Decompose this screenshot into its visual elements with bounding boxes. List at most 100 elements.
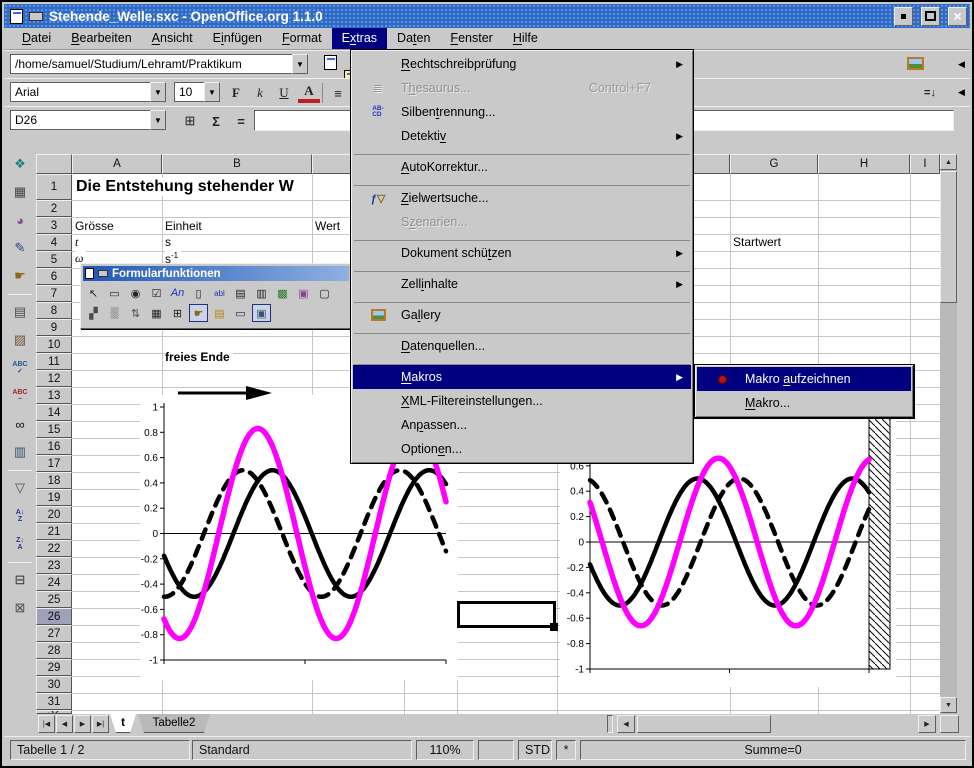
open-design-mode-icon[interactable]: ▣: [252, 304, 271, 322]
sheet-tab-tabelle2[interactable]: Tabelle2: [138, 714, 210, 733]
font-name-dropdown-button[interactable]: ▼: [150, 82, 166, 102]
sheet-tab-t[interactable]: t: [110, 714, 136, 733]
minimize-button[interactable]: [894, 7, 913, 26]
font-color-button[interactable]: A: [298, 83, 320, 103]
horizontal-scroll-thumb[interactable]: [637, 715, 771, 733]
push-button-icon[interactable]: ▭: [105, 284, 124, 302]
url-field[interactable]: /home/samuel/Studium/Lehramt/Praktikum: [10, 54, 292, 74]
vertical-scrollbar[interactable]: ▲ ▼: [940, 154, 957, 714]
form-push-button[interactable]: [457, 601, 556, 628]
toolbar-collapse-icon[interactable]: ◀: [958, 59, 965, 70]
scroll-right-icon[interactable]: ▶: [918, 715, 936, 733]
edit-file-icon[interactable]: [324, 55, 337, 70]
extras-item-makros[interactable]: Makros▶: [353, 365, 691, 389]
url-dropdown-button[interactable]: ▼: [292, 54, 308, 74]
form-functions-icon[interactable]: ☛: [7, 264, 33, 288]
font-size-field[interactable]: 10: [174, 82, 204, 102]
menubar-item-datei[interactable]: Datei: [12, 28, 61, 49]
extras-item-silbentrennung[interactable]: AB-CDSilbentrennung...: [353, 100, 691, 124]
image-button-icon[interactable]: ▩: [273, 284, 292, 302]
autofilter-icon[interactable]: ▽: [7, 476, 33, 500]
name-box-dropdown-button[interactable]: ▼: [150, 110, 166, 130]
tab-split-handle[interactable]: [607, 715, 613, 733]
maximize-button[interactable]: [921, 7, 940, 26]
cell-reference-field[interactable]: D26: [10, 110, 150, 130]
font-name-combobox[interactable]: Arial ▼: [10, 82, 166, 102]
group-icon[interactable]: ⊟: [7, 568, 33, 592]
toolbar-collapse-icon[interactable]: ◀: [958, 87, 965, 98]
fill-format-icon[interactable]: ▨: [7, 328, 33, 352]
url-combobox[interactable]: /home/samuel/Studium/Lehramt/Praktikum ▼: [10, 54, 308, 74]
check-box-icon[interactable]: ☑: [147, 284, 166, 302]
menubar-item-format[interactable]: Format: [272, 28, 332, 49]
extras-item-thesaurus[interactable]: ≣Thesaurus...Control+F7: [353, 76, 691, 100]
design-mode-icon[interactable]: ▞: [84, 304, 103, 322]
form-navigator-icon[interactable]: ▤: [210, 304, 229, 322]
menubar-item-hilfe[interactable]: Hilfe: [503, 28, 548, 49]
group-box-icon[interactable]: ▯: [189, 284, 208, 302]
more-controls-icon[interactable]: ☛: [189, 304, 208, 322]
font-name-field[interactable]: Arial: [10, 82, 150, 102]
extras-item-zielwertsuche[interactable]: ƒ▽Zielwertsuche...: [353, 186, 691, 210]
scroll-up-icon[interactable]: ▲: [940, 154, 957, 170]
menubar-item-daten[interactable]: Daten: [387, 28, 440, 49]
scroll-down-icon[interactable]: ▼: [940, 697, 957, 713]
extras-item-optionen[interactable]: Optionen...: [353, 437, 691, 461]
sum-icon[interactable]: Σ: [206, 111, 226, 131]
sort-ascending-icon[interactable]: A↓Z: [7, 504, 33, 528]
name-box[interactable]: D26 ▼: [10, 110, 166, 130]
extras-item-gallery[interactable]: Gallery: [353, 303, 691, 327]
data-sources-icon[interactable]: ▥: [7, 440, 33, 464]
insert-chart-icon[interactable]: ◕: [7, 208, 33, 232]
spellcheck-icon[interactable]: ABC✓: [7, 356, 33, 380]
list-box-icon[interactable]: ▤: [231, 284, 250, 302]
ungroup-icon[interactable]: ⊠: [7, 596, 33, 620]
text-box-icon[interactable]: abl: [210, 284, 229, 302]
makros-item-makro[interactable]: Makro...: [697, 391, 911, 415]
auto-spellcheck-icon[interactable]: ABC~: [7, 384, 33, 408]
menubar-item-extras[interactable]: Extras: [332, 28, 387, 49]
bold-button[interactable]: F: [226, 83, 246, 103]
insert-field-icon[interactable]: ▤: [7, 300, 33, 324]
option-button-icon[interactable]: ◉: [126, 284, 145, 302]
function-wizard-icon[interactable]: ⊞: [180, 111, 200, 131]
label-field-icon[interactable]: An: [168, 284, 187, 302]
sheet-nav-first-sheet-icon[interactable]: |◀: [38, 715, 55, 733]
extras-item-anpassen[interactable]: Anpassen...: [353, 413, 691, 437]
add-field-icon[interactable]: ⊞: [168, 304, 187, 322]
image-control-icon[interactable]: ▣: [294, 284, 313, 302]
arrow-shape[interactable]: [174, 382, 274, 402]
find-replace-icon[interactable]: ∞: [7, 412, 33, 436]
menubar-item-bearbeiten[interactable]: Bearbeiten: [61, 28, 141, 49]
insert-cells-icon[interactable]: ▦: [7, 180, 33, 204]
makros-item-makro-aufzeichnen[interactable]: Makro aufzeichnen: [697, 367, 911, 391]
number-format-standard-icon[interactable]: =↓: [918, 83, 942, 103]
menubar-item-ansicht[interactable]: Ansicht: [142, 28, 203, 49]
extras-item-datenquellen[interactable]: Datenquellen...: [353, 334, 691, 358]
sort-descending-icon[interactable]: Z↓A: [7, 532, 33, 556]
selection-handle[interactable]: [550, 623, 558, 631]
insert-object-icon[interactable]: ❖: [7, 152, 33, 176]
extras-item-xml-filtereinstellungen[interactable]: XML-Filtereinstellungen...: [353, 389, 691, 413]
combo-box-icon[interactable]: ▥: [252, 284, 271, 302]
pin-icon[interactable]: [29, 12, 43, 21]
table-control-icon[interactable]: ▦: [147, 304, 166, 322]
filter-navigator-icon[interactable]: ▭: [231, 304, 250, 322]
close-button[interactable]: ×: [948, 7, 967, 26]
activation-order-icon[interactable]: ⇅: [126, 304, 145, 322]
sheet-nav-last-sheet-icon[interactable]: ▶|: [92, 715, 109, 733]
font-size-dropdown-button[interactable]: ▼: [204, 82, 220, 102]
pin-icon[interactable]: [98, 270, 108, 277]
control-properties-icon[interactable]: ▒: [105, 304, 124, 322]
extras-item-detektiv[interactable]: Detektiv▶: [353, 124, 691, 148]
titlebar[interactable]: Stehende_Welle.sxc - OpenOffice.org 1.1.…: [4, 4, 970, 28]
menubar-item-fenster[interactable]: Fenster: [440, 28, 502, 49]
sheet-nav-next-sheet-icon[interactable]: ▶: [74, 715, 91, 733]
extras-item-rechtschreibpr-fung[interactable]: Rechtschreibprüfung▶: [353, 52, 691, 76]
menubar-item-einfgen[interactable]: Einfügen: [203, 28, 272, 49]
vertical-scroll-thumb[interactable]: [940, 171, 957, 303]
gallery-icon[interactable]: [907, 57, 924, 70]
select-icon[interactable]: ↖: [84, 284, 103, 302]
align-left-icon[interactable]: ≡: [328, 83, 348, 103]
underline-button[interactable]: U: [274, 83, 294, 103]
